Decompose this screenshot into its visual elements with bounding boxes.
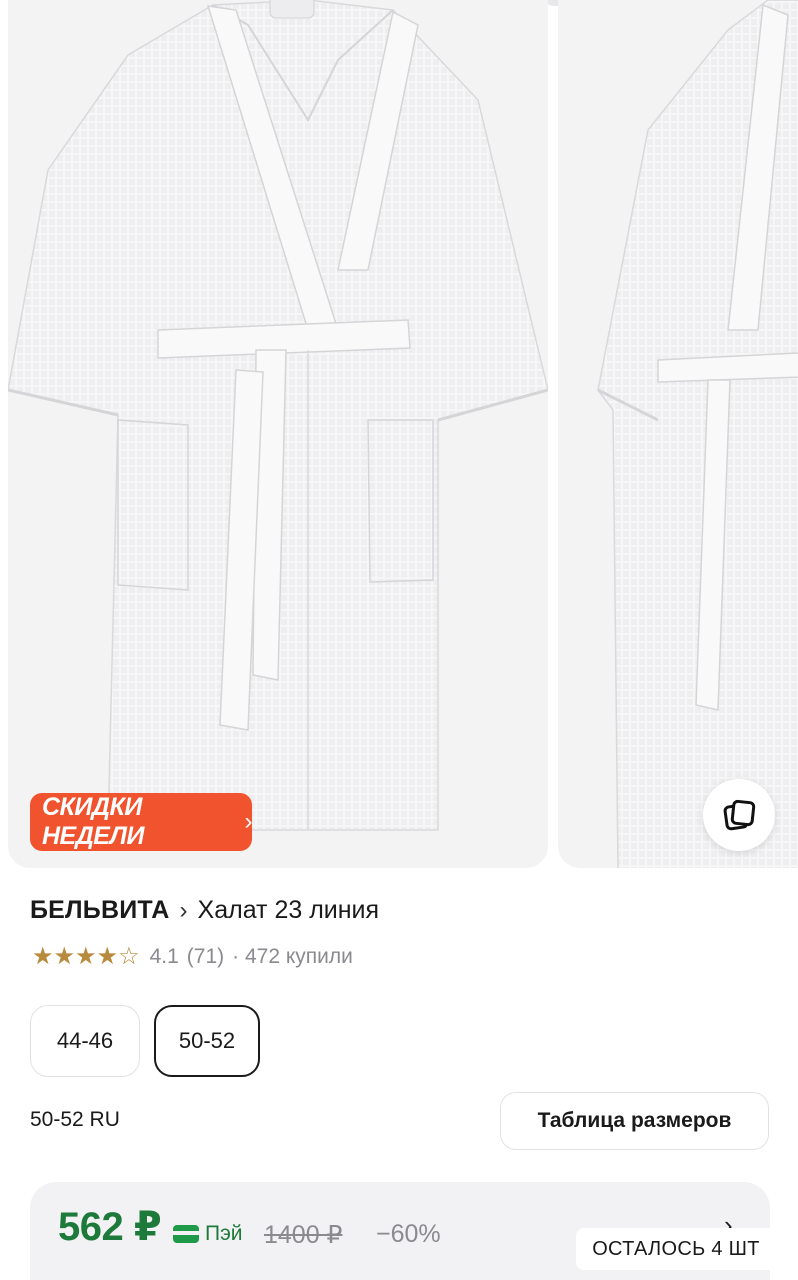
star-filled-icon: ★ xyxy=(32,943,54,970)
product-name: Халат 23 линия xyxy=(197,896,380,924)
rating-row[interactable]: ★ ★ ★ ★ ☆ 4.1 (71) · 472 купили xyxy=(32,945,361,969)
pay-label: Пэй xyxy=(205,1222,243,1245)
reviews-count: (71) xyxy=(186,945,225,968)
old-price: 1400 ₽ xyxy=(264,1221,343,1249)
star-filled-icon: ★ xyxy=(96,943,119,970)
stock-badge: ОСТАЛОСЬ 4 ШТ xyxy=(576,1228,776,1270)
product-photo-next[interactable] xyxy=(558,0,798,868)
product-photo-main[interactable] xyxy=(8,0,548,868)
rating-stars: ★ ★ ★ ★ ☆ xyxy=(32,945,140,969)
purchases-count: · 472 купили xyxy=(232,945,353,968)
discount-percent: −60% xyxy=(376,1220,441,1248)
weekly-deals-badge[interactable]: СКИДКИ НЕДЕЛИ › xyxy=(30,793,252,851)
photos-icon xyxy=(723,799,756,831)
selected-size-label: 50-52 RU xyxy=(30,1108,120,1131)
size-table-button[interactable]: Таблица размеров xyxy=(500,1092,769,1150)
pay-badge: Пэй xyxy=(173,1222,243,1246)
size-selector: 44-46 50-52 xyxy=(30,1005,260,1077)
brand-link[interactable]: БЕЛЬВИТА xyxy=(30,896,170,925)
photo-gallery-button[interactable] xyxy=(703,779,775,851)
chevron-right-icon: › xyxy=(179,896,188,924)
product-title: БЕЛЬВИТА › Халат 23 линия xyxy=(30,896,379,925)
rating-value: 4.1 xyxy=(149,945,179,968)
image-gallery[interactable]: СКИДКИ НЕДЕЛИ › xyxy=(0,0,798,870)
star-empty-icon: ☆ xyxy=(118,943,140,970)
star-filled-icon: ★ xyxy=(75,943,97,970)
current-price: 562 ₽ xyxy=(58,1205,162,1249)
size-option-44-46[interactable]: 44-46 xyxy=(30,1005,140,1077)
size-option-50-52[interactable]: 50-52 xyxy=(154,1005,260,1077)
chevron-right-icon: › xyxy=(244,808,253,835)
promo-label: СКИДКИ НЕДЕЛИ xyxy=(42,793,144,850)
card-icon xyxy=(173,1225,199,1243)
robe-image xyxy=(8,0,548,831)
star-filled-icon: ★ xyxy=(53,943,76,970)
robe-image xyxy=(597,0,798,868)
